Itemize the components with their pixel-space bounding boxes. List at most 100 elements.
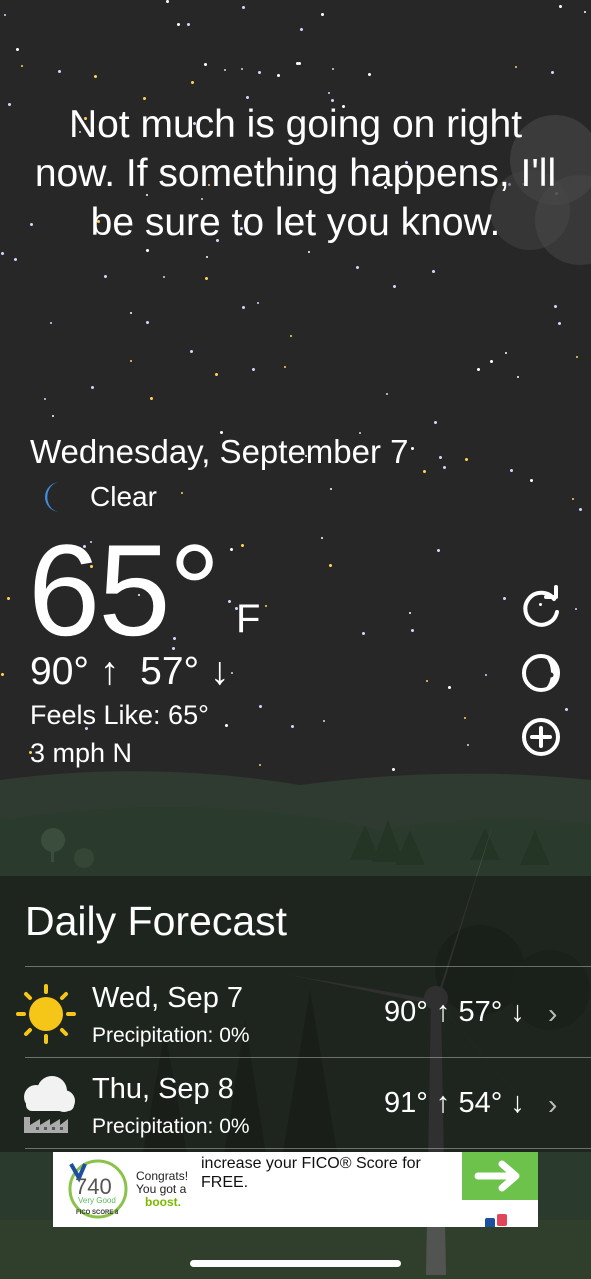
star [44,398,46,400]
star [510,469,513,472]
star [246,96,249,99]
high-temp: 90° [30,650,89,693]
star [308,251,310,253]
star [242,306,245,309]
chevron-right-icon: › [548,1089,558,1120]
star [16,48,19,51]
star [386,393,388,395]
up-arrow-icon: ↑ [435,996,451,1028]
forecast-precipitation: Precipitation: 0% [92,1115,250,1138]
star [252,368,255,371]
high-low-temperatures: 90° ↑ 57° ↓ [30,650,230,694]
star [265,605,267,607]
moon-phase-button[interactable] [518,650,564,696]
star [191,81,194,84]
star [257,302,259,304]
divider [25,966,591,967]
current-condition: Clear [38,480,157,514]
star [448,686,451,689]
star [291,725,294,728]
star [204,63,207,66]
forecast-high: 90° [384,996,428,1028]
star [443,466,446,469]
star [411,447,414,450]
up-arrow-icon: ↑ [99,650,120,693]
star [277,74,280,77]
star [190,350,193,353]
star [530,479,533,482]
star [290,335,292,337]
temperature-unit: F [236,597,261,641]
star [241,544,244,547]
condition-label: Clear [90,481,157,512]
star [7,597,10,600]
star [439,456,442,459]
star [94,75,97,78]
ad-headline: increase your FICO® Score for FREE. [201,1155,421,1191]
star [423,470,426,473]
star [559,5,562,8]
star [503,597,506,600]
star [558,322,561,325]
star [241,68,243,70]
forecast-low: 54° [458,1087,503,1119]
ad-banner[interactable]: 740 Very Good FICO SCORE 8 Congrats! You… [53,1152,538,1227]
star [576,356,578,358]
star [21,65,23,67]
forecast-temps: 90° ↑ 57° ↓ [384,996,525,1029]
forecast-precipitation: Precipitation: 0% [92,1024,250,1047]
star [4,14,6,16]
star [321,13,324,16]
star [58,70,61,73]
current-date: Wednesday, September 7 [30,433,409,470]
star [298,62,301,65]
star [215,373,218,376]
star [228,600,231,603]
star [225,724,228,727]
ad-score-label: Very Good [78,1196,116,1205]
forecast-temps: 91° ↑ 54° ↓ [384,1087,525,1120]
star [14,258,17,261]
star [300,28,303,31]
star [231,672,233,674]
star [464,717,466,719]
cloud-smog-icon [24,1076,75,1133]
current-temperature: 65° [28,517,221,663]
star [411,629,414,632]
star [146,321,149,324]
down-arrow-icon: ↓ [210,650,230,693]
status-message: Not much is going on right now. If somet… [34,103,557,244]
star [150,397,153,400]
star [224,69,226,71]
star [8,103,11,106]
star [330,488,332,490]
star [52,415,54,417]
star [258,71,261,74]
down-arrow-icon: ↓ [510,1087,525,1119]
star [517,376,519,378]
star [181,492,183,494]
star [321,537,323,539]
ad-congrats: Congrats! You got a [136,1169,189,1196]
chevron-right-icon: › [548,998,558,1029]
star [166,0,169,3]
forecast-low: 57° [458,996,503,1028]
star [584,11,586,13]
low-temp: 57° [140,650,200,693]
star [1,252,4,255]
forecast-title: Daily Forecast [25,898,288,944]
star [230,548,233,551]
star [554,305,557,308]
forecast-day: Wed, Sep 7 [92,982,244,1014]
home-indicator[interactable] [190,1260,401,1267]
star [323,720,325,722]
star [393,285,396,288]
ad-cta-button[interactable] [462,1152,538,1200]
forecast-day: Thu, Sep 8 [92,1073,234,1105]
down-arrow-icon: ↓ [510,996,525,1028]
moon-icon [45,482,60,512]
forecast-row-thu[interactable]: Thu, Sep 8 Precipitation: 0% 91° ↑ 54° ↓… [0,1059,591,1149]
feels-like: Feels Like: 65° [30,700,209,730]
forecast-row-wed[interactable]: Wed, Sep 7 Precipitation: 0% 90° ↑ 57° ↓… [0,968,591,1058]
refresh-button[interactable] [518,585,564,631]
